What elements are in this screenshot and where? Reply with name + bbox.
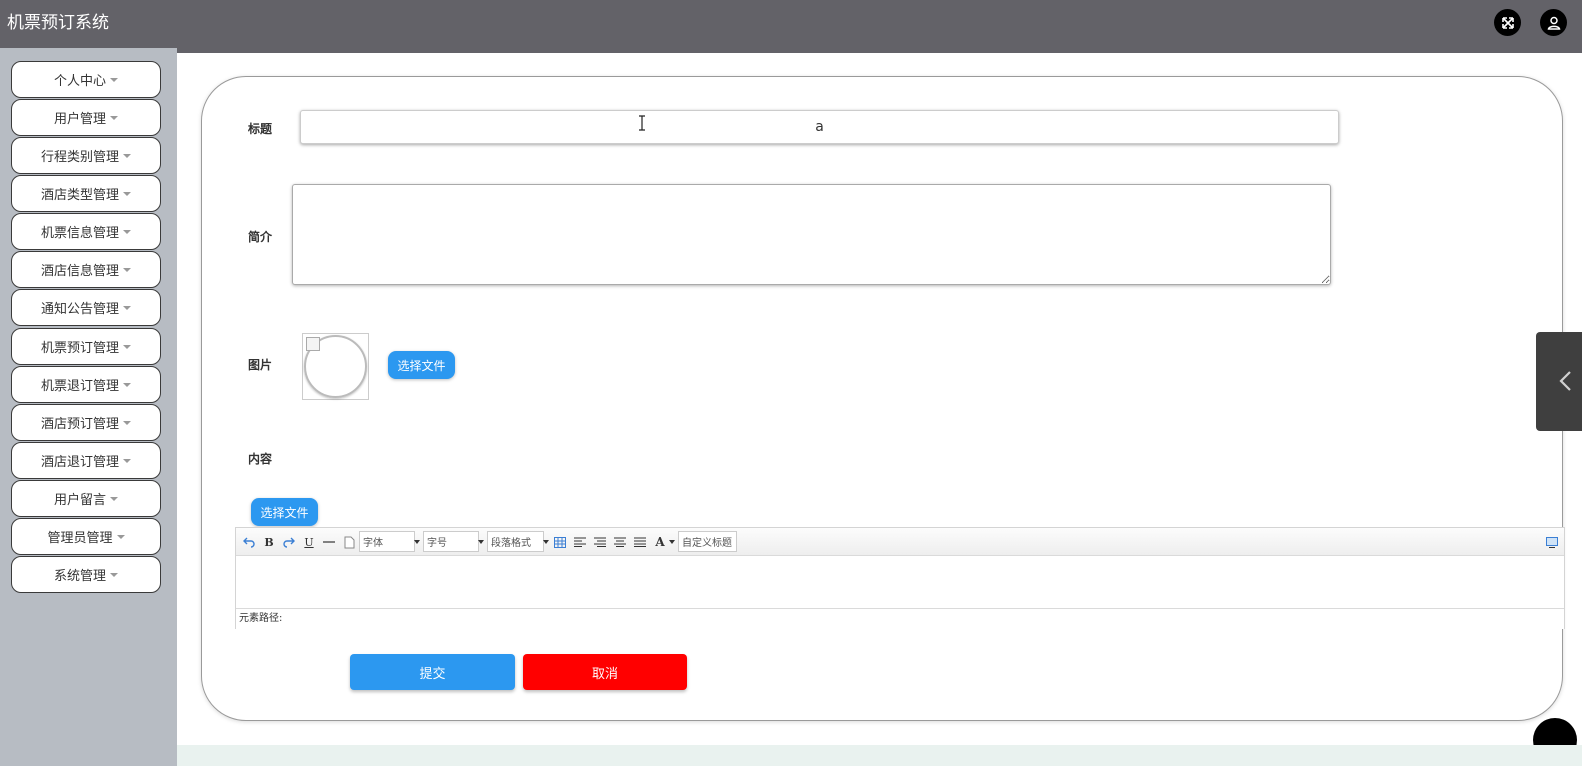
sidebar-item-label: 通知公告管理 bbox=[40, 302, 119, 317]
sidebar-item-personal-center[interactable]: 个人中心 bbox=[11, 61, 161, 98]
caret-down-icon bbox=[123, 305, 131, 310]
rich-text-editor: B U 字体 字号 段落格式 A 自定义标题 元素路径: bbox=[235, 527, 1565, 629]
sidebar-item-label: 用户管理 bbox=[53, 112, 106, 127]
undo-icon[interactable] bbox=[242, 533, 256, 551]
sidebar-item-trip-category-management[interactable]: 行程类别管理 bbox=[11, 137, 161, 174]
editor-element-path: 元素路径: bbox=[236, 608, 1564, 629]
sidebar-item-flight-booking-management[interactable]: 机票预订管理 bbox=[11, 328, 161, 365]
font-family-select[interactable]: 字体 bbox=[359, 531, 420, 552]
preview-icon[interactable] bbox=[1544, 533, 1560, 551]
sidebar-item-label: 系统管理 bbox=[53, 569, 106, 584]
fullscreen-icon[interactable] bbox=[1494, 9, 1521, 36]
sidebar-item-admin-management[interactable]: 管理员管理 bbox=[11, 518, 161, 555]
sidebar-item-label: 机票退订管理 bbox=[40, 379, 119, 394]
top-bar: 机票预订系统 bbox=[0, 0, 1582, 53]
intro-textarea[interactable] bbox=[292, 184, 1331, 285]
horizontal-rule-icon[interactable] bbox=[322, 533, 336, 551]
align-center-icon[interactable] bbox=[593, 533, 607, 551]
caret-down-icon bbox=[123, 420, 131, 425]
align-right-icon[interactable] bbox=[613, 533, 627, 551]
sidebar-item-user-messages[interactable]: 用户留言 bbox=[11, 480, 161, 517]
blank-page-icon[interactable] bbox=[342, 533, 356, 551]
sidebar-item-label: 行程类别管理 bbox=[40, 150, 119, 165]
table-icon[interactable] bbox=[553, 533, 567, 551]
image-preview bbox=[302, 333, 369, 400]
side-panel-toggle[interactable] bbox=[1536, 332, 1582, 431]
intro-label: 简介 bbox=[248, 230, 273, 244]
caret-down-icon bbox=[123, 229, 131, 234]
user-icon[interactable] bbox=[1540, 9, 1567, 36]
custom-title-select[interactable]: 自定义标题 bbox=[678, 531, 737, 552]
content-label: 内容 bbox=[248, 452, 273, 466]
sidebar-item-hotel-refund-management[interactable]: 酒店退订管理 bbox=[11, 442, 161, 479]
broken-image-icon bbox=[306, 337, 320, 351]
chevron-left-icon bbox=[1559, 371, 1571, 391]
sidebar-item-hotel-booking-management[interactable]: 酒店预订管理 bbox=[11, 404, 161, 441]
sidebar-item-label: 机票预订管理 bbox=[40, 341, 119, 356]
caret-down-icon bbox=[123, 458, 131, 463]
text-cursor-icon bbox=[639, 115, 645, 131]
caret-down-icon bbox=[123, 344, 131, 349]
redo-icon[interactable] bbox=[282, 533, 296, 551]
sidebar-item-label: 酒店预订管理 bbox=[40, 417, 119, 432]
sidebar-item-flight-info-management[interactable]: 机票信息管理 bbox=[11, 213, 161, 250]
sidebar-item-hotel-type-management[interactable]: 酒店类型管理 bbox=[11, 175, 161, 212]
sidebar-item-label: 酒店类型管理 bbox=[40, 188, 119, 203]
title-input[interactable] bbox=[300, 110, 1339, 144]
title-label: 标题 bbox=[248, 122, 273, 136]
caret-down-icon bbox=[110, 572, 118, 577]
bold-icon[interactable]: B bbox=[262, 533, 276, 551]
submit-button[interactable]: 提交 bbox=[350, 654, 515, 690]
footer-strip bbox=[177, 745, 1582, 766]
image-label: 图片 bbox=[248, 358, 273, 372]
caret-down-icon bbox=[110, 77, 118, 82]
content-choose-file-button[interactable]: 选择文件 bbox=[251, 498, 318, 526]
caret-down-icon bbox=[116, 534, 125, 539]
app-title: 机票预订系统 bbox=[7, 13, 109, 33]
sidebar-item-system-management[interactable]: 系统管理 bbox=[11, 556, 161, 593]
image-choose-file-button[interactable]: 选择文件 bbox=[388, 351, 455, 379]
cancel-button[interactable]: 取消 bbox=[523, 654, 687, 690]
underline-icon[interactable]: U bbox=[302, 533, 316, 551]
caret-down-icon bbox=[110, 115, 118, 120]
font-color-dropdown-icon[interactable] bbox=[668, 533, 676, 551]
editor-toolbar: B U 字体 字号 段落格式 A 自定义标题 bbox=[236, 528, 1564, 556]
caret-down-icon bbox=[123, 191, 131, 196]
sidebar: 个人中心 用户管理 行程类别管理 酒店类型管理 机票信息管理 酒店信息管理 通知… bbox=[0, 48, 177, 766]
caret-down-icon bbox=[123, 153, 131, 158]
caret-down-icon bbox=[123, 382, 131, 387]
sidebar-item-hotel-info-management[interactable]: 酒店信息管理 bbox=[11, 251, 161, 288]
sidebar-item-label: 酒店退订管理 bbox=[40, 455, 119, 470]
sidebar-item-label: 酒店信息管理 bbox=[40, 264, 119, 279]
align-justify-icon[interactable] bbox=[633, 533, 647, 551]
sidebar-item-user-management[interactable]: 用户管理 bbox=[11, 99, 161, 136]
font-size-select[interactable]: 字号 bbox=[423, 531, 484, 552]
align-left-icon[interactable] bbox=[573, 533, 587, 551]
sidebar-item-label: 个人中心 bbox=[53, 74, 106, 89]
sidebar-item-flight-refund-management[interactable]: 机票退订管理 bbox=[11, 366, 161, 403]
font-color-icon[interactable]: A bbox=[653, 533, 667, 551]
editor-content-area[interactable] bbox=[236, 556, 1564, 608]
sidebar-item-label: 用户留言 bbox=[53, 493, 106, 508]
sidebar-item-label: 管理员管理 bbox=[47, 531, 113, 546]
caret-down-icon bbox=[123, 267, 131, 272]
caret-down-icon bbox=[110, 496, 118, 501]
sidebar-item-notice-management[interactable]: 通知公告管理 bbox=[11, 289, 161, 326]
paragraph-format-select[interactable]: 段落格式 bbox=[487, 531, 549, 552]
sidebar-item-label: 机票信息管理 bbox=[40, 226, 119, 241]
